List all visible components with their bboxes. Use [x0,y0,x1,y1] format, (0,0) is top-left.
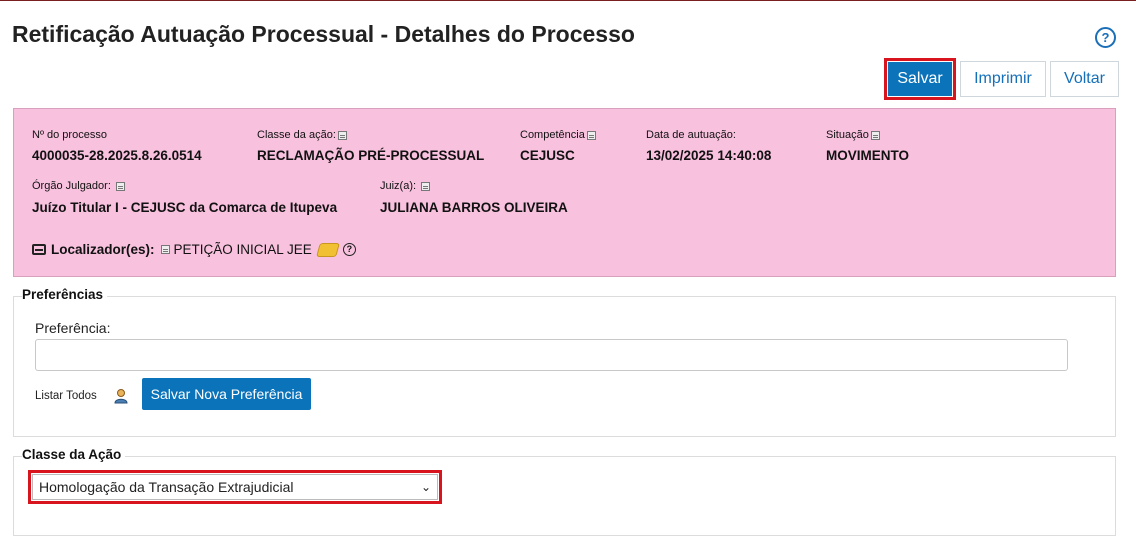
preference-label: Preferência: [35,320,111,336]
save-new-preference-button[interactable]: Salvar Nova Preferência [142,378,311,410]
autuacao-date-value: 13/02/2025 14:40:08 [646,148,772,163]
action-class-select[interactable]: Homologação da Transação Extrajudicial ⌄ [32,474,438,500]
process-number-label: Nº do processo [32,129,107,141]
orgao-julgador-value: Juízo Titular I - CEJUSC da Comarca de I… [32,200,338,215]
localizador-label: Localizador(es): [51,242,155,257]
list-all-link[interactable]: Listar Todos [35,390,97,402]
info-icon[interactable] [160,245,170,254]
orgao-julgador-label: Órgão Julgador: [32,180,125,192]
preferences-legend: Preferências [22,287,108,302]
page-title: Retificação Autuação Processual - Detalh… [12,21,635,47]
action-class-legend: Classe da Ação [22,447,126,462]
localizador-row: Localizador(es): PETIÇÃO INICIAL JEE ? [32,242,356,257]
user-icon[interactable] [114,388,128,404]
competencia-value: CEJUSC [520,148,575,163]
info-icon[interactable] [870,130,880,140]
situacao-value: MOVIMENTO [826,148,910,163]
action-class-value: RECLAMAÇÃO PRÉ-PROCESSUAL [257,148,485,163]
action-class-label: Classe da ação: [257,129,347,141]
localizador-value: PETIÇÃO INICIAL JEE [173,242,312,257]
back-button[interactable]: Voltar [1050,61,1119,97]
info-icon[interactable] [337,130,347,140]
chevron-down-icon: ⌄ [420,480,431,494]
save-button[interactable]: Salvar [888,62,952,96]
inbox-icon [32,244,46,255]
process-number-value: 4000035-28.2025.8.26.0514 [32,148,202,163]
juiz-label: Juiz(a): [380,180,431,192]
preference-input[interactable] [35,339,1068,371]
question-circle-icon[interactable]: ? [342,243,356,256]
question-circle-icon[interactable]: ? [1095,27,1116,48]
juiz-value: JULIANA BARROS OLIVEIRA [380,200,568,215]
situacao-label: Situação [826,129,880,141]
info-icon[interactable] [421,181,431,191]
competencia-label: Competência [520,129,596,141]
action-class-selected: Homologação da Transação Extrajudicial [39,479,294,495]
edit-pencil-icon[interactable] [315,242,340,257]
print-button[interactable]: Imprimir [960,61,1046,97]
process-details-panel: Nº do processo 4000035-28.2025.8.26.0514… [13,108,1116,277]
info-icon[interactable] [115,181,125,191]
info-icon[interactable] [586,130,596,140]
autuacao-date-label: Data de autuação: [646,129,736,141]
